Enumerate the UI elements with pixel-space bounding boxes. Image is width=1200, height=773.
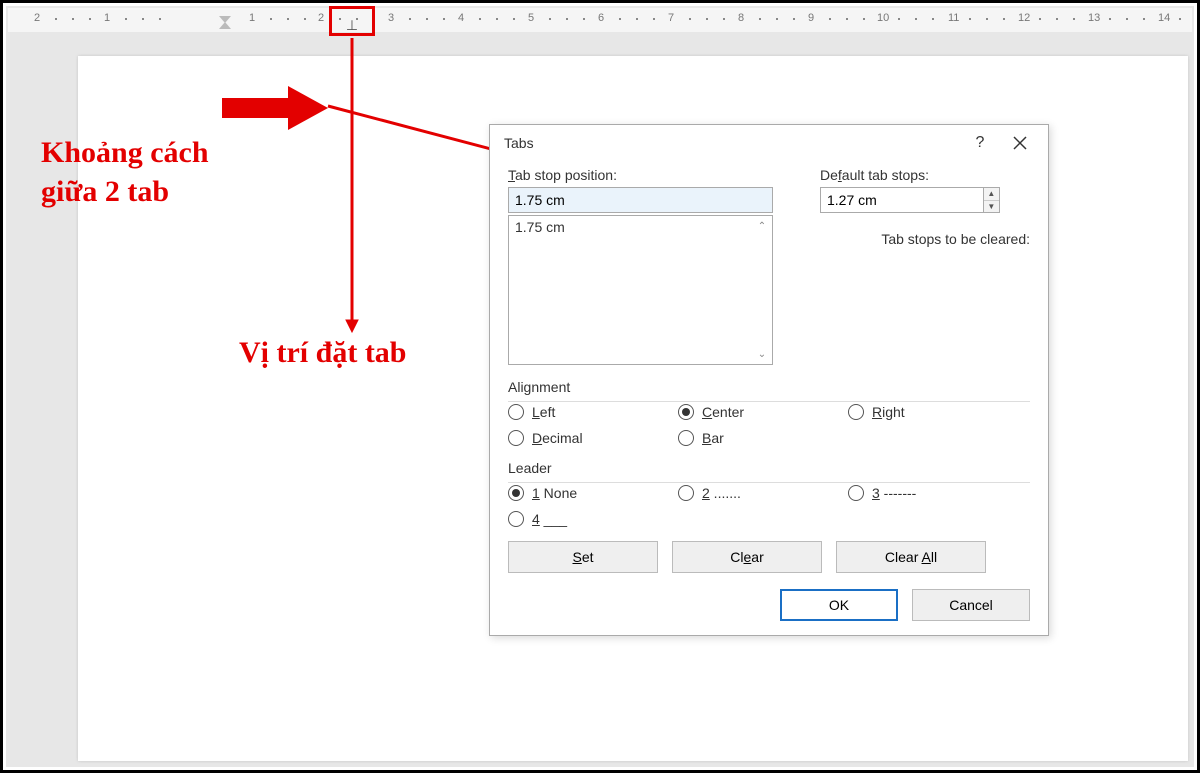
leader-none-radio[interactable]: 1 None — [508, 485, 678, 501]
leader-radio-group: 1 None 2 ....... 3 ------- 4 ___ — [508, 485, 1030, 527]
annotation-position-label: Vị trí đặt tab — [239, 336, 407, 370]
scroll-up-icon[interactable]: ⌃ — [753, 217, 771, 235]
clear-button[interactable]: Clear — [672, 541, 822, 573]
alignment-radio-group: Left Center Right Decimal Bar — [508, 404, 1030, 446]
ruler-number: 4 — [458, 12, 464, 24]
default-tab-stops-label: Default tab stops: — [820, 167, 1030, 183]
ruler-number: 12 — [1018, 12, 1030, 24]
ruler-number: 11 — [948, 12, 959, 24]
leader-dots-radio[interactable]: 2 ....... — [678, 485, 848, 501]
ruler-number: 5 — [528, 12, 534, 24]
tab-stop-position-label: Tab stop position: — [508, 167, 773, 183]
ruler-number: 6 — [598, 12, 604, 24]
leader-underline-radio[interactable]: 4 ___ — [508, 511, 678, 527]
set-button[interactable]: Set — [508, 541, 658, 573]
clear-all-button[interactable]: Clear All — [836, 541, 986, 573]
alignment-right-radio[interactable]: Right — [848, 404, 1018, 420]
tabs-dialog: Tabs ? Tab stop position: 1.75 cm ⌃ ⌄ — [489, 124, 1049, 636]
annotation-big-arrow — [222, 88, 332, 126]
ruler-number: 10 — [877, 12, 889, 24]
leader-divider — [508, 482, 1030, 483]
indent-marker[interactable] — [219, 16, 231, 29]
close-icon — [1013, 136, 1027, 150]
dialog-title: Tabs — [504, 135, 960, 151]
ruler-number: 14 — [1158, 12, 1170, 24]
ruler-number: 1 — [104, 12, 110, 24]
alignment-bar-radio[interactable]: Bar — [678, 430, 848, 446]
tab-stop-position-input[interactable] — [508, 187, 773, 213]
list-item[interactable]: 1.75 cm — [509, 216, 772, 238]
leader-dashes-radio[interactable]: 3 ------- — [848, 485, 1018, 501]
tab-marker-icon: ⊥ — [346, 17, 358, 34]
app-background: 211234567891011121314 ⊥ Khoảng cách giữa… — [6, 6, 1194, 767]
ruler-number: 2 — [34, 12, 40, 24]
ruler-number: 7 — [668, 12, 674, 24]
dialog-titlebar[interactable]: Tabs ? — [490, 125, 1048, 161]
default-tab-stops-spinner[interactable]: ▲ ▼ — [820, 187, 1000, 213]
alignment-decimal-radio[interactable]: Decimal — [508, 430, 678, 446]
scroll-down-icon[interactable]: ⌄ — [753, 345, 771, 363]
close-button[interactable] — [1000, 128, 1040, 158]
ruler-number: 2 — [318, 12, 324, 24]
ruler-number: 8 — [738, 12, 744, 24]
spinner-down-icon[interactable]: ▼ — [984, 201, 999, 213]
help-button[interactable]: ? — [960, 128, 1000, 158]
spinner-up-icon[interactable]: ▲ — [984, 188, 999, 201]
alignment-left-radio[interactable]: Left — [508, 404, 678, 420]
alignment-center-radio[interactable]: Center — [678, 404, 848, 420]
tab-stop-list[interactable]: 1.75 cm ⌃ ⌄ — [508, 215, 773, 365]
alignment-section-label: Alignment — [508, 379, 1030, 395]
annotation-red-box: ⊥ — [329, 6, 375, 36]
alignment-divider — [508, 401, 1030, 402]
tab-stops-cleared-label: Tab stops to be cleared: — [820, 231, 1030, 247]
default-tab-stops-input[interactable] — [821, 188, 983, 212]
horizontal-ruler[interactable]: 211234567891011121314 — [8, 8, 1192, 32]
ruler-number: 9 — [808, 12, 814, 24]
cancel-button[interactable]: Cancel — [912, 589, 1030, 621]
ruler-number: 13 — [1088, 12, 1100, 24]
annotation-distance-label: Khoảng cách giữa 2 tab — [41, 133, 209, 211]
leader-section-label: Leader — [508, 460, 1030, 476]
ruler-number: 3 — [388, 12, 394, 24]
ruler-number: 1 — [249, 12, 255, 24]
ok-button[interactable]: OK — [780, 589, 898, 621]
